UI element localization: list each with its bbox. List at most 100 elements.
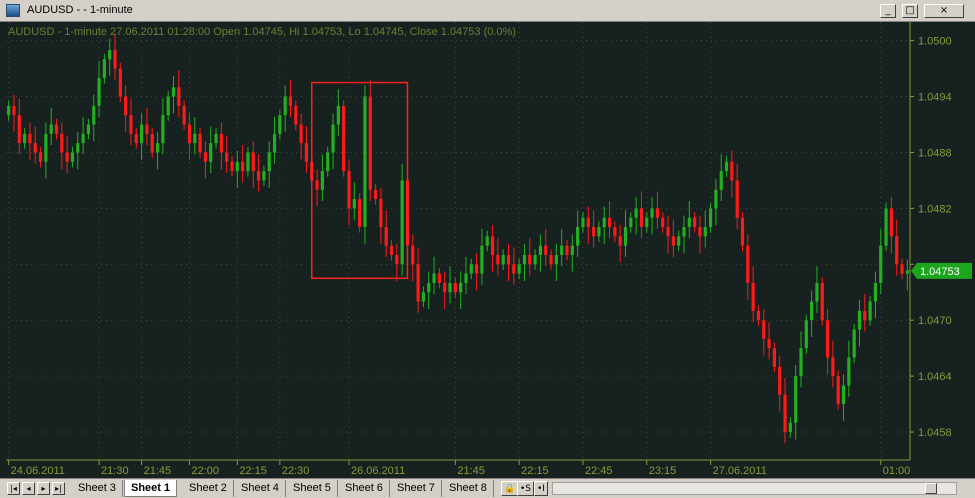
candle-up [485, 236, 489, 246]
tab-sheet-7[interactable]: Sheet 7 [391, 480, 442, 497]
candle-down [698, 227, 702, 237]
candle-down [129, 115, 133, 134]
window-titlebar: AUDUSD - - 1-minute _ □ × [0, 0, 975, 22]
candle-up [634, 208, 638, 218]
candle-down [315, 180, 319, 190]
tab-last-button[interactable]: ▸| [52, 482, 65, 495]
candle-down [772, 348, 776, 367]
candle-down [384, 227, 388, 246]
maximize-button[interactable]: □ [902, 4, 918, 18]
x-tick-label: 21:45 [144, 465, 172, 477]
candle-up [581, 217, 585, 228]
candle-down [124, 96, 128, 116]
tab-prev-button[interactable]: ◂ [22, 482, 35, 495]
candle-up [629, 217, 633, 228]
x-tick-label: 22:45 [585, 465, 613, 477]
candle-down [549, 254, 553, 265]
candle-up [501, 254, 505, 265]
candle-up [363, 96, 367, 228]
candle-down [60, 133, 64, 153]
candle-up [810, 301, 814, 321]
x-tick-label: 21:45 [457, 465, 485, 477]
candle-down [496, 254, 500, 265]
candle-up [262, 171, 266, 181]
candle-down [342, 105, 346, 172]
candle-up [804, 320, 808, 349]
candle-up [794, 376, 798, 423]
horizontal-scrollbar[interactable] [552, 482, 957, 495]
candle-up [857, 310, 862, 330]
candle-down [65, 152, 69, 162]
tab-next-button[interactable]: ▸ [37, 482, 50, 495]
tab-sheet-5[interactable]: Sheet 5 [287, 480, 338, 497]
tab-sheet-3[interactable]: Sheet 3 [72, 480, 123, 497]
candle-down [389, 245, 394, 255]
candle-up [161, 115, 165, 144]
x-tick-label: 26.06.2011 [351, 465, 405, 477]
candle-down [150, 133, 154, 153]
candle-up [719, 171, 723, 190]
candle-up [480, 245, 484, 274]
y-tick-label: 1.0470 [918, 315, 952, 327]
candlestick-chart[interactable]: 1.0458 1.0464 1.0470 1.0482 1.0488 1.0494 1.05… [0, 22, 975, 478]
candle-up [645, 217, 649, 228]
candle-down [230, 161, 234, 172]
candle-down [618, 236, 622, 246]
candle-up [841, 385, 846, 405]
candle-down [443, 282, 447, 293]
candle-down [762, 320, 766, 339]
close-button[interactable]: × [924, 4, 964, 18]
candle-down [28, 133, 32, 144]
candle-down [836, 376, 840, 405]
candle-down [825, 320, 830, 358]
scale-i-button[interactable]: •I [534, 481, 548, 496]
candle-down [251, 152, 255, 172]
candle-up [108, 49, 112, 60]
candle-up [517, 264, 521, 274]
candle-up [868, 301, 872, 321]
tab-first-button[interactable]: |◂ [7, 482, 20, 495]
candle-up [554, 254, 558, 265]
candle-down [607, 217, 612, 228]
candle-down [33, 143, 37, 153]
candle-up [235, 161, 239, 172]
candle-down [225, 152, 229, 162]
candle-up [703, 227, 707, 237]
candle-down [12, 105, 16, 116]
candle-up [44, 133, 48, 162]
candle-down [416, 264, 420, 302]
candle-down [288, 96, 293, 106]
y-tick-label: 1.0494 [918, 92, 952, 104]
candle-down [756, 310, 761, 321]
tab-sheet-8[interactable]: Sheet 8 [443, 480, 494, 497]
candle-down [453, 282, 457, 293]
candle-up [267, 152, 271, 172]
tab-sheet-2[interactable]: Sheet 2 [183, 480, 234, 497]
x-tick-label: 22:15 [521, 465, 549, 477]
candle-down [490, 236, 495, 255]
candle-down [17, 115, 21, 144]
lock-icon[interactable]: 🔒 [501, 481, 519, 496]
window-title: AUDUSD - - 1-minute [27, 4, 133, 16]
ohlc-legend: AUDUSD - 1-minute 27.06.2011 01:28:00 Op… [8, 26, 516, 38]
candle-up [97, 77, 101, 106]
minimize-button[interactable]: _ [880, 4, 896, 18]
candle-up [400, 180, 404, 265]
candle-up [448, 282, 452, 293]
candle-down [730, 161, 734, 181]
tab-sheet-6[interactable]: Sheet 6 [339, 480, 390, 497]
candle-up [102, 59, 106, 78]
x-tick-label: 23:15 [649, 465, 677, 477]
candle-down [639, 208, 644, 228]
price-chart-area[interactable]: 1.0458 1.0464 1.0470 1.0482 1.0488 1.0494 1.05… [0, 22, 975, 478]
candle-up [602, 217, 606, 228]
candle-up [49, 124, 53, 134]
candle-up [677, 236, 681, 246]
tab-sheet-1[interactable]: Sheet 1 [124, 480, 178, 497]
scrollbar-thumb[interactable] [925, 483, 937, 494]
candle-up [724, 161, 729, 172]
candle-up [538, 245, 543, 255]
tab-sheet-4[interactable]: Sheet 4 [235, 480, 286, 497]
chart-window-icon [6, 4, 20, 17]
scale-s-button[interactable]: •S [517, 481, 535, 496]
